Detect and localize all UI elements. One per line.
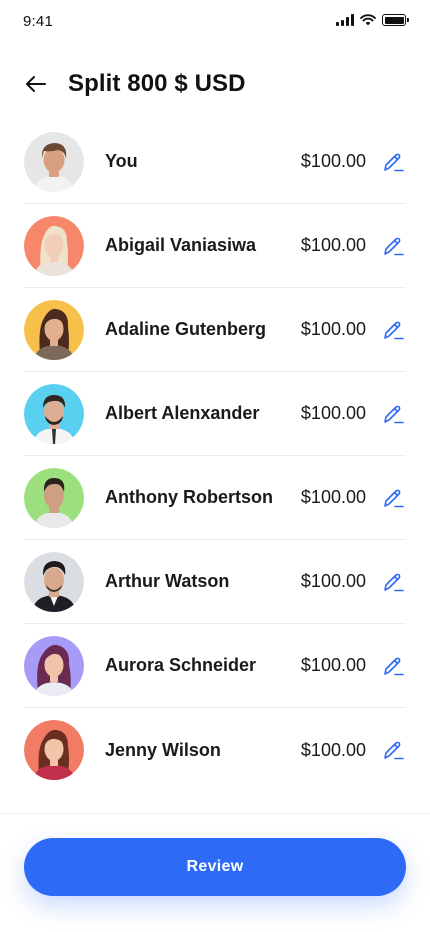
participant-amount: $100.00: [300, 235, 366, 255]
avatar: [24, 215, 84, 276]
pencil-icon: [384, 489, 404, 507]
participant-amount: $100.00: [300, 319, 366, 339]
wifi-icon: [360, 14, 376, 26]
avatar: [24, 299, 84, 360]
footer-divider: [0, 813, 430, 814]
back-button[interactable]: [24, 69, 54, 99]
participant-name: Aurora Schneider: [105, 655, 257, 675]
participant-row: Arthur Watson $100.00: [24, 540, 406, 624]
edit-amount-button[interactable]: [380, 149, 406, 175]
edit-amount-button[interactable]: [380, 737, 406, 763]
avatar: [24, 131, 84, 192]
participant-name: Arthur Watson: [105, 571, 230, 591]
avatar: [24, 720, 84, 780]
participant-row: Aurora Schneider $100.00: [24, 624, 406, 708]
pencil-icon: [384, 237, 404, 255]
pencil-icon: [384, 657, 404, 675]
avatar: [24, 383, 84, 444]
edit-amount-button[interactable]: [380, 485, 406, 511]
avatar: [24, 467, 84, 528]
participant-name: Abigail Vaniasiwa: [105, 235, 257, 255]
participant-name: Adaline Gutenberg: [105, 319, 267, 339]
status-bar: 9:41: [0, 0, 430, 44]
participant-amount: $100.00: [300, 151, 366, 171]
pencil-icon: [384, 741, 404, 760]
signal-icon: [336, 14, 354, 26]
page-title: Split 800 $ USD: [68, 70, 246, 97]
participant-amount: $100.00: [300, 487, 366, 507]
pencil-icon: [384, 405, 404, 423]
participant-row: Adaline Gutenberg $100.00: [24, 288, 406, 372]
edit-amount-button[interactable]: [380, 653, 406, 679]
participant-row: Anthony Robertson $100.00: [24, 456, 406, 540]
participants-list: You $100.00 Abigail Vaniasiwa $100.00 Ad…: [24, 120, 406, 792]
edit-amount-button[interactable]: [380, 317, 406, 343]
battery-icon: [382, 14, 409, 26]
participant-row: Albert Alenxander $100.00: [24, 372, 406, 456]
status-time: 9:41: [23, 13, 53, 30]
participant-amount: $100.00: [300, 403, 366, 423]
pencil-icon: [384, 321, 404, 339]
edit-amount-button[interactable]: [380, 401, 406, 427]
pencil-icon: [384, 573, 404, 591]
participant-amount: $100.00: [300, 739, 366, 760]
edit-amount-button[interactable]: [380, 569, 406, 595]
avatar: [24, 551, 84, 612]
participant-name: Jenny Wilson: [105, 739, 221, 760]
participant-row: Jenny Wilson $100.00: [24, 708, 406, 792]
participant-name: Anthony Robertson: [105, 487, 273, 507]
participant-name: You: [105, 151, 138, 171]
review-button[interactable]: Review: [24, 838, 406, 896]
header: Split 800 $ USD: [24, 62, 406, 106]
participant-amount: $100.00: [300, 571, 366, 591]
edit-amount-button[interactable]: [380, 233, 406, 259]
participant-amount: $100.00: [300, 655, 366, 675]
participant-row: Abigail Vaniasiwa $100.00: [24, 204, 406, 288]
participant-row: You $100.00: [24, 120, 406, 204]
participant-name: Albert Alenxander: [105, 403, 260, 423]
arrow-left-icon: [26, 76, 46, 92]
status-icons: [336, 14, 409, 26]
pencil-icon: [384, 153, 404, 171]
avatar: [24, 635, 84, 696]
